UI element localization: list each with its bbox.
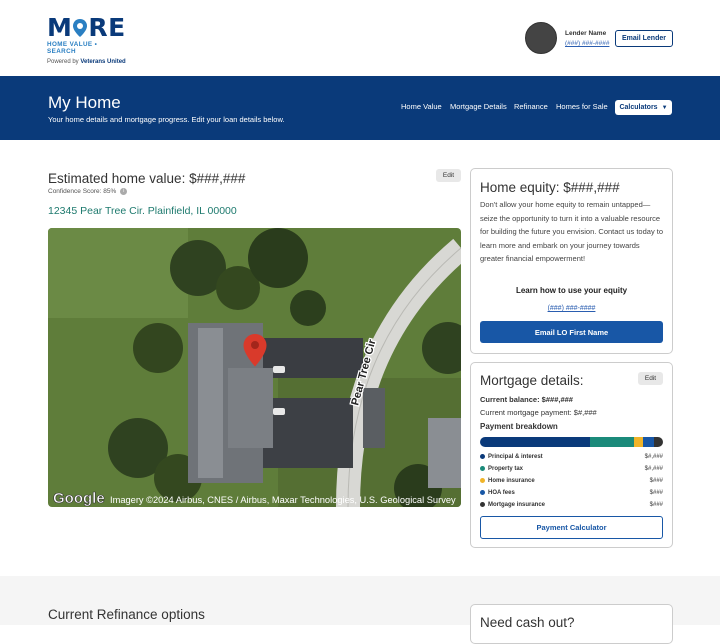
edit-estimate-button[interactable]: Edit xyxy=(436,169,461,182)
aerial-map[interactable]: Pear Tree Cir Google Imagery ©2024 Airbu… xyxy=(48,228,461,507)
nav-home-value[interactable]: Home Value xyxy=(401,102,442,114)
breakdown-legend-row: Home insurance $### xyxy=(480,478,663,484)
calculators-dropdown[interactable]: Calculators ▼ xyxy=(615,100,672,115)
equity-phone-link[interactable]: (###) ###-#### xyxy=(471,305,672,312)
breakdown-legend-row: Mortgage insurance $### xyxy=(480,502,663,508)
email-lo-button[interactable]: Email LO First Name xyxy=(480,321,663,343)
home-equity-body: Don't allow your home equity to remain u… xyxy=(480,200,664,264)
cash-out-title: Need cash out? xyxy=(480,615,575,630)
breakdown-label: Mortgage insurance xyxy=(488,502,546,509)
breakdown-value: $### xyxy=(649,502,663,509)
refinance-title: Current Refinance options xyxy=(48,607,205,622)
legend-dot-icon xyxy=(480,478,485,483)
home-equity-title: Home equity: $###,### xyxy=(480,180,620,195)
lender-avatar xyxy=(525,22,557,54)
edit-mortgage-button[interactable]: Edit xyxy=(638,372,663,385)
google-logo: Google xyxy=(53,490,105,507)
page-subtitle: Your home details and mortgage progress.… xyxy=(48,115,285,124)
mortgage-details-title: Mortgage details: xyxy=(480,373,584,388)
breakdown-label: Home insurance xyxy=(488,478,535,485)
estimated-value-title: Estimated home value: $###,### xyxy=(48,171,246,186)
lender-phone-link[interactable]: (###) ###-#### xyxy=(565,40,609,47)
breakdown-label: Principal & interest xyxy=(488,454,543,461)
payment-calculator-button[interactable]: Payment Calculator xyxy=(480,516,663,539)
breakdown-label: Property tax xyxy=(488,466,524,473)
breakdown-value: $#,### xyxy=(644,466,663,473)
breakdown-legend-row: Property tax $#,### xyxy=(480,466,663,472)
breakdown-value: $### xyxy=(649,490,663,497)
map-pin-logo-icon xyxy=(73,19,88,37)
property-address: 12345 Pear Tree Cir. Plainfield, IL 0000… xyxy=(48,205,237,217)
learn-equity-heading: Learn how to use your equity xyxy=(515,286,628,295)
info-icon[interactable]: i xyxy=(120,188,128,195)
aerial-imagery: Pear Tree Cir Google Imagery ©2024 Airbu… xyxy=(48,228,461,507)
email-lender-button[interactable]: Email Lender xyxy=(615,30,673,47)
lender-name: Lender Name xyxy=(565,30,607,37)
map-attribution: Imagery ©2024 Airbus, CNES / Airbus, Max… xyxy=(110,495,456,505)
breakdown-legend-row: HOA fees $### xyxy=(480,490,663,496)
payment-breakdown-bar xyxy=(480,437,663,447)
legend-dot-icon xyxy=(480,466,485,471)
breakdown-segment xyxy=(589,437,634,447)
caret-down-icon: ▼ xyxy=(661,104,668,111)
top-bar: M RE HOME VALUE • SEARCH Powered by Vete… xyxy=(0,0,720,76)
current-balance: Current balance: $###,### xyxy=(480,395,573,404)
hero-banner: My Home Your home details and mortgage p… xyxy=(0,76,720,140)
breakdown-legend-row: Principal & interest $#,### xyxy=(480,454,663,460)
breakdown-value: $#,### xyxy=(644,454,663,461)
breakdown-value: $### xyxy=(649,478,663,485)
confidence-score: Confidence Score: 85% i xyxy=(48,188,128,195)
breakdown-segment xyxy=(480,437,590,447)
powered-by: Powered by Veterans United xyxy=(47,59,126,65)
nav-mortgage-details[interactable]: Mortgage Details xyxy=(450,102,507,114)
legend-dot-icon xyxy=(480,502,485,507)
legend-dot-icon xyxy=(480,490,485,495)
more-logo[interactable]: M RE HOME VALUE • SEARCH Powered by Vete… xyxy=(47,13,127,65)
breakdown-label: HOA fees xyxy=(488,490,515,497)
page-title: My Home xyxy=(48,93,121,112)
logo-tagline: HOME VALUE • SEARCH xyxy=(47,41,98,55)
current-payment: Current mortgage payment: $#,### xyxy=(480,408,597,417)
nav-refinance[interactable]: Refinance xyxy=(514,102,548,114)
nav-homes-for-sale[interactable]: Homes for Sale xyxy=(556,102,608,114)
breakdown-segment xyxy=(633,437,643,447)
logo-wordmark: M RE xyxy=(47,13,126,42)
powered-company: Veterans United xyxy=(80,59,126,65)
legend-dot-icon xyxy=(480,454,485,459)
payment-breakdown-title: Payment breakdown xyxy=(480,422,558,431)
breakdown-segment xyxy=(642,437,654,447)
